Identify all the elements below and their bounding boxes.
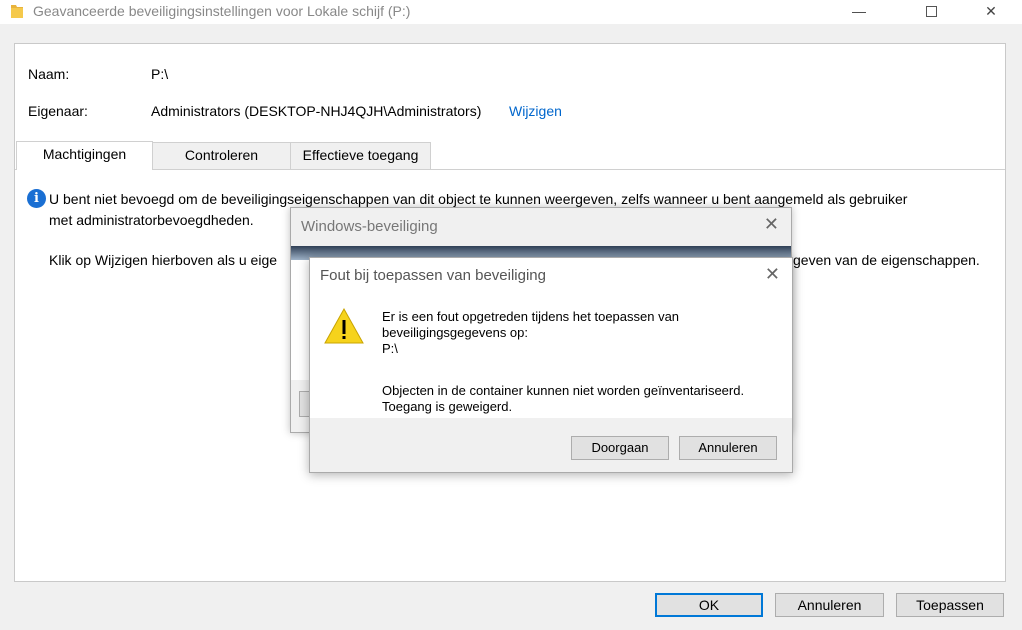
message-line-3-end: geven van de eigenschappen. <box>793 252 980 268</box>
tab-divider <box>15 169 1005 170</box>
error-dialog-title: Fout bij toepassen van beveiliging <box>320 267 546 284</box>
window-titlebar: Geavanceerde beveiligingsinstellingen vo… <box>0 0 1022 24</box>
error-line-4: Objecten in de container kunnen niet wor… <box>382 383 745 398</box>
tab-permissions[interactable]: Machtigingen <box>16 141 153 170</box>
name-label: Naam: <box>28 66 70 82</box>
cancel-button[interactable]: Annuleren <box>775 593 884 617</box>
owner-value: Administrators (DESKTOP-NHJ4QJH\Administ… <box>151 103 482 119</box>
change-owner-link[interactable]: Wijzigen <box>509 103 562 119</box>
owner-label: Eigenaar: <box>28 103 88 119</box>
security-dialog-title: Windows-beveiliging <box>301 218 438 235</box>
message-line-2: met administratorbevoegdheden. <box>49 212 254 228</box>
error-dialog-close-icon[interactable]: ✕ <box>765 264 780 285</box>
security-dialog-close-icon[interactable]: ✕ <box>764 214 779 235</box>
error-line-5: Toegang is geweigerd. <box>382 399 513 414</box>
continue-button[interactable]: Doorgaan <box>571 436 669 460</box>
warning-icon <box>324 308 364 344</box>
tab-auditing[interactable]: Controleren <box>152 142 291 169</box>
info-icon: i <box>27 189 46 208</box>
error-cancel-button[interactable]: Annuleren <box>679 436 777 460</box>
maximize-icon <box>925 6 937 17</box>
minimize-button[interactable]: — <box>836 0 882 24</box>
error-dialog-content: Er is een fout opgetreden tijdens het to… <box>310 293 792 418</box>
folder-icon <box>11 5 23 18</box>
error-path: P:\ <box>382 341 398 356</box>
tab-effective-access[interactable]: Effectieve toegang <box>290 142 431 169</box>
close-button[interactable]: ✕ <box>968 0 1014 24</box>
maximize-button[interactable] <box>908 0 954 24</box>
name-value: P:\ <box>151 66 169 82</box>
ok-button[interactable]: OK <box>655 593 763 617</box>
error-line-1: Er is een fout opgetreden tijdens het to… <box>382 309 680 324</box>
window-title: Geavanceerde beveiligingsinstellingen vo… <box>33 3 411 19</box>
error-dialog-titlebar: Fout bij toepassen van beveiliging ✕ <box>310 258 792 293</box>
apply-button[interactable]: Toepassen <box>896 593 1004 617</box>
message-line-3-start: Klik op Wijzigen hierboven als u eige <box>49 252 278 268</box>
message-line-1: U bent niet bevoegd om de beveiligingsei… <box>49 191 908 207</box>
error-line-2: beveiligingsgegevens op: <box>382 325 528 340</box>
error-dialog: Fout bij toepassen van beveiliging ✕ Er … <box>309 257 793 473</box>
